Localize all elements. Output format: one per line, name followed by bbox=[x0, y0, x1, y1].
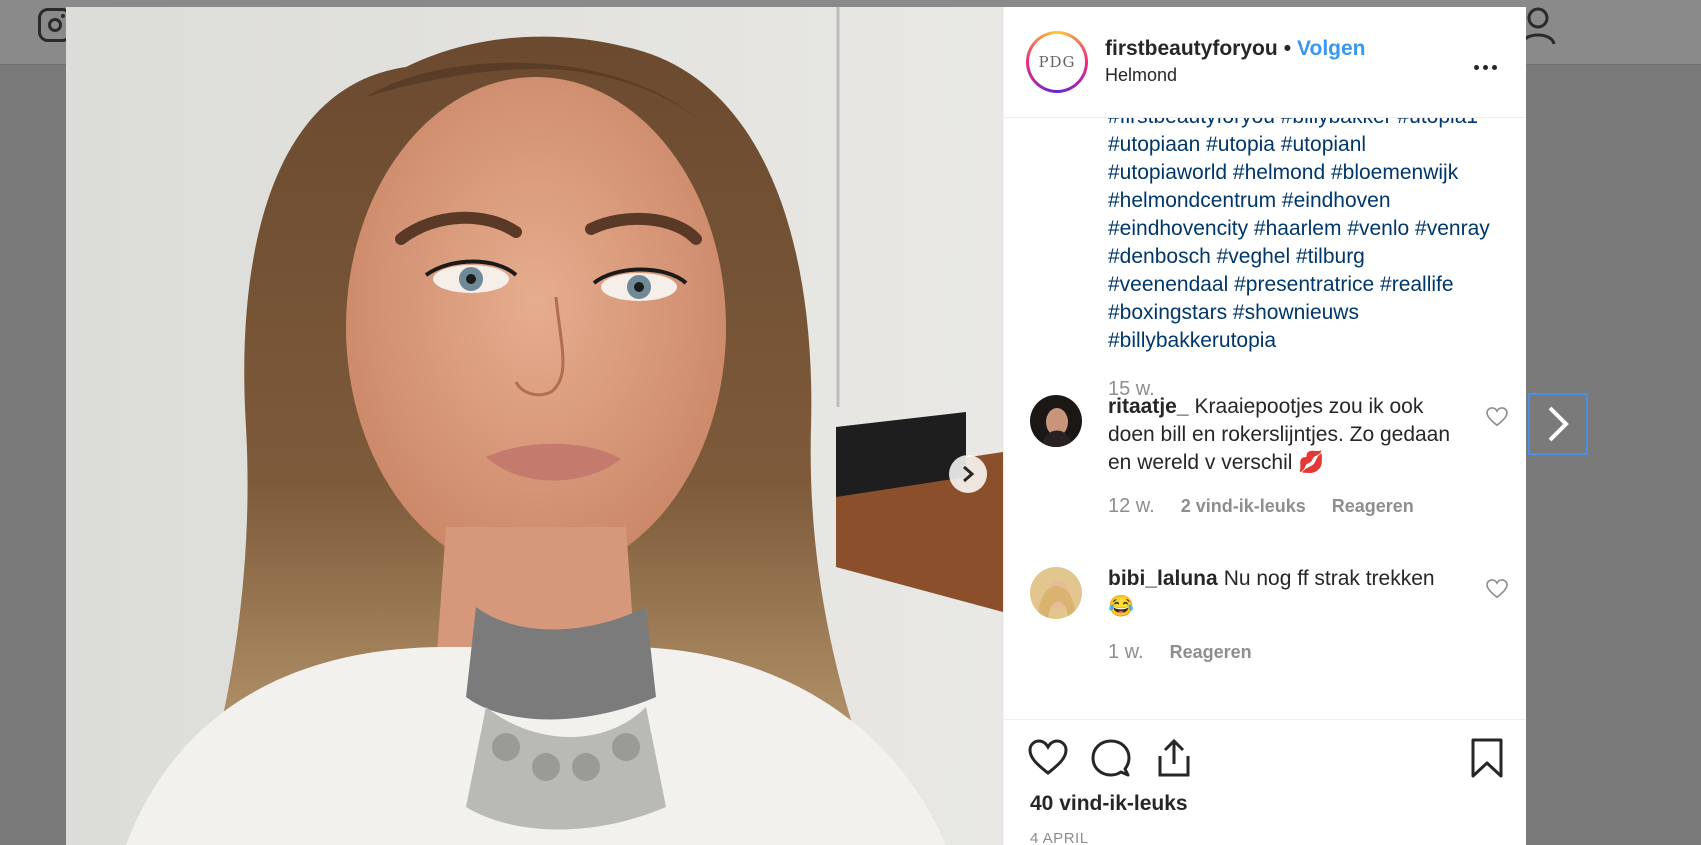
comment-meta: 1 w. Reageren bbox=[1108, 641, 1252, 664]
likes-count[interactable]: 40 vind-ik-leuks bbox=[1030, 792, 1188, 816]
comment-body: ritaatje_ Kraaiepootjes zou ik ook doen b… bbox=[1108, 393, 1463, 477]
caption-line[interactable]: #firstbeautyforyou #billybakker #utopia1 bbox=[1108, 117, 1508, 131]
author-username[interactable]: firstbeautyforyou bbox=[1105, 37, 1278, 60]
comment-like-icon[interactable] bbox=[1486, 407, 1508, 427]
caption-line[interactable]: #veenendaal #presentratrice #reallife bbox=[1108, 271, 1508, 299]
post-location[interactable]: Helmond bbox=[1105, 65, 1177, 86]
comment-body: bibi_laluna Nu nog ff strak trekken 😂 bbox=[1108, 565, 1463, 621]
comments-list[interactable]: #firstbeautyforyou #billybakker #utopia1… bbox=[1004, 117, 1526, 717]
commenter-avatar[interactable] bbox=[1030, 395, 1082, 447]
comment-likes-count[interactable]: 2 vind-ik-leuks bbox=[1181, 496, 1306, 517]
caption-line[interactable]: #billybakkerutopia bbox=[1108, 327, 1508, 355]
reply-button[interactable]: Reageren bbox=[1332, 496, 1414, 517]
caption-line[interactable]: #utopiaworld #helmond #bloemenwijk bbox=[1108, 159, 1508, 187]
carousel-next-button[interactable] bbox=[949, 455, 987, 493]
reply-button[interactable]: Reageren bbox=[1170, 642, 1252, 663]
chevron-right-icon bbox=[963, 465, 975, 483]
next-post-button[interactable] bbox=[1528, 393, 1588, 455]
caption-line[interactable]: #eindhovencity #haarlem #venlo #venray bbox=[1108, 215, 1508, 243]
caption-line[interactable]: #utopiaan #utopia #utopianl bbox=[1108, 131, 1508, 159]
post-date[interactable]: 4 APRIL bbox=[1030, 830, 1089, 845]
comment-age[interactable]: 12 w. bbox=[1108, 495, 1155, 518]
separator: • bbox=[1283, 37, 1292, 60]
caption-line[interactable]: #helmondcentrum #eindhoven bbox=[1108, 187, 1508, 215]
comment-like-icon[interactable] bbox=[1486, 579, 1508, 599]
bookmark-icon[interactable] bbox=[1467, 738, 1507, 778]
more-options-icon[interactable] bbox=[1474, 57, 1504, 77]
share-icon[interactable] bbox=[1154, 738, 1194, 778]
caption-line[interactable]: #boxingstars #shownieuws bbox=[1108, 299, 1508, 327]
post-modal: PDG firstbeautyforyou•Volgen Helmond #fi… bbox=[66, 7, 1526, 845]
follow-button[interactable]: Volgen bbox=[1297, 37, 1365, 60]
post-header: PDG firstbeautyforyou • Volgen Helmond bbox=[1004, 7, 1526, 118]
comment-username[interactable]: bibi_laluna bbox=[1108, 567, 1218, 590]
author-avatar[interactable]: PDG bbox=[1026, 31, 1088, 93]
comment-icon[interactable] bbox=[1091, 738, 1131, 778]
avatar-logo-text: PDG bbox=[1038, 53, 1076, 71]
post-actions: 40 vind-ik-leuks 4 APRIL bbox=[1004, 719, 1526, 845]
comment-meta: 12 w. 2 vind-ik-leuks Reageren bbox=[1108, 495, 1414, 518]
post-caption: #firstbeautyforyou #billybakker #utopia1… bbox=[1108, 117, 1508, 403]
heart-icon[interactable] bbox=[1028, 738, 1068, 778]
post-sidebar: PDG firstbeautyforyou•Volgen Helmond #fi… bbox=[1003, 7, 1526, 845]
comment-age[interactable]: 1 w. bbox=[1108, 641, 1144, 664]
chevron-right-icon bbox=[1548, 406, 1569, 442]
comment-username[interactable]: ritaatje_ bbox=[1108, 395, 1189, 418]
commenter-avatar[interactable] bbox=[1030, 567, 1082, 619]
post-photo[interactable] bbox=[66, 7, 1003, 845]
caption-line[interactable]: #denbosch #veghel #tilburg bbox=[1108, 243, 1508, 271]
